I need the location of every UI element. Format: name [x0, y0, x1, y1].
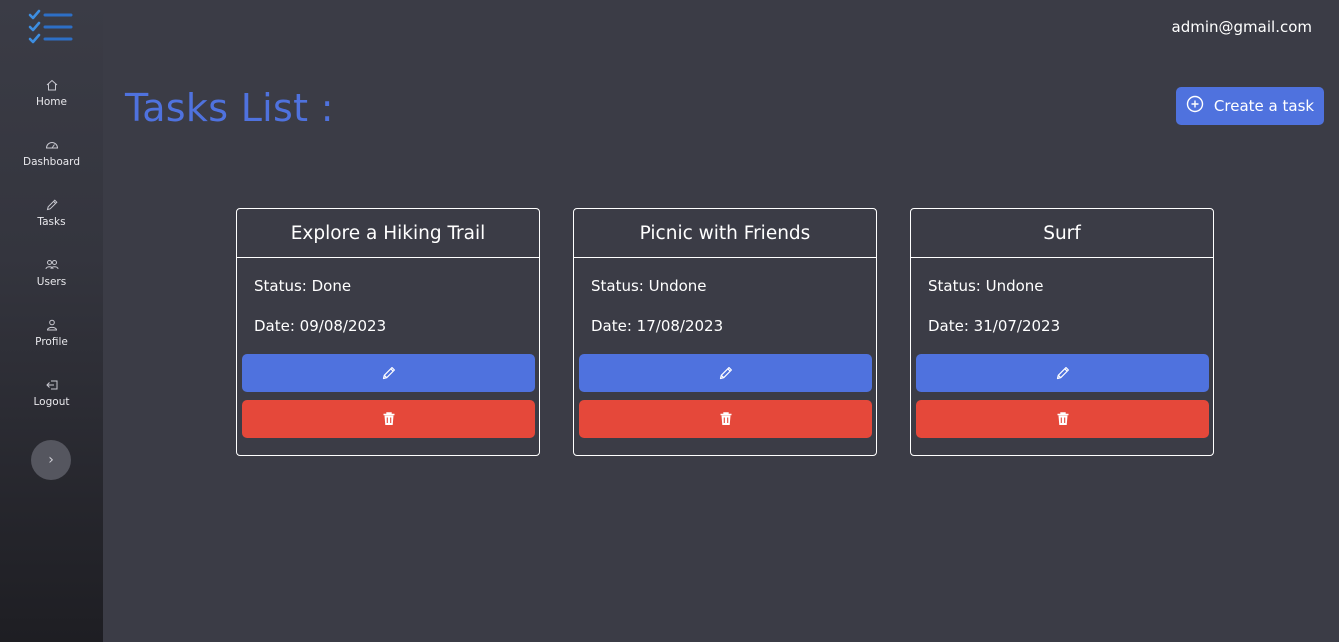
sidebar-item-tasks[interactable]: Tasks [0, 198, 103, 244]
task-date: Date: 17/08/2023 [591, 317, 724, 335]
sidebar-item-label: Profile [35, 336, 68, 348]
expand-sidebar-button[interactable]: › [31, 440, 71, 480]
sidebar-item-label: Logout [33, 396, 70, 408]
home-icon [45, 78, 59, 92]
sidebar-item-label: Home [35, 96, 67, 108]
pencil-icon [718, 365, 734, 381]
page-title: Tasks List : [125, 86, 334, 130]
task-status: Status: Done [254, 277, 352, 295]
task-card: Picnic with Friends Status: Undone Date:… [573, 208, 877, 456]
pencil-icon [45, 198, 59, 212]
edit-task-button[interactable] [242, 354, 535, 392]
checklist-logo-icon[interactable] [28, 9, 74, 45]
pencil-icon [381, 365, 397, 381]
sidebar-item-users[interactable]: Users [0, 258, 103, 304]
sidebar-item-home[interactable]: Home [0, 78, 103, 124]
task-date: Date: 31/07/2023 [928, 317, 1061, 335]
chevron-right-icon: › [48, 452, 54, 468]
sidebar: Home Dashboard Tasks Users Profile Logou… [0, 0, 103, 642]
sidebar-item-label: Users [36, 276, 67, 288]
trash-icon [381, 411, 397, 427]
users-icon [45, 258, 59, 272]
task-title: Picnic with Friends [574, 209, 876, 258]
sidebar-item-label: Dashboard [23, 156, 80, 168]
create-task-label: Create a task [1213, 97, 1315, 115]
delete-task-button[interactable] [579, 400, 872, 438]
task-title: Explore a Hiking Trail [237, 209, 539, 258]
task-title: Surf [911, 209, 1213, 258]
edit-task-button[interactable] [916, 354, 1209, 392]
pencil-icon [1055, 365, 1071, 381]
task-date: Date: 09/08/2023 [254, 317, 387, 335]
sidebar-item-profile[interactable]: Profile [0, 318, 103, 364]
gauge-icon [45, 138, 59, 152]
trash-icon [1055, 411, 1071, 427]
plus-circle-icon [1186, 95, 1204, 117]
logout-icon [45, 378, 59, 392]
edit-task-button[interactable] [579, 354, 872, 392]
user-icon [45, 318, 59, 332]
delete-task-button[interactable] [916, 400, 1209, 438]
task-card: Surf Status: Undone Date: 31/07/2023 [910, 208, 1214, 456]
create-task-button[interactable]: Create a task [1176, 87, 1324, 125]
delete-task-button[interactable] [242, 400, 535, 438]
user-email: admin@gmail.com [1171, 18, 1312, 36]
sidebar-item-logout[interactable]: Logout [0, 378, 103, 424]
task-card: Explore a Hiking Trail Status: Done Date… [236, 208, 540, 456]
sidebar-item-label: Tasks [37, 216, 66, 228]
trash-icon [718, 411, 734, 427]
sidebar-item-dashboard[interactable]: Dashboard [0, 138, 103, 184]
task-status: Status: Undone [591, 277, 707, 295]
task-status: Status: Undone [928, 277, 1044, 295]
